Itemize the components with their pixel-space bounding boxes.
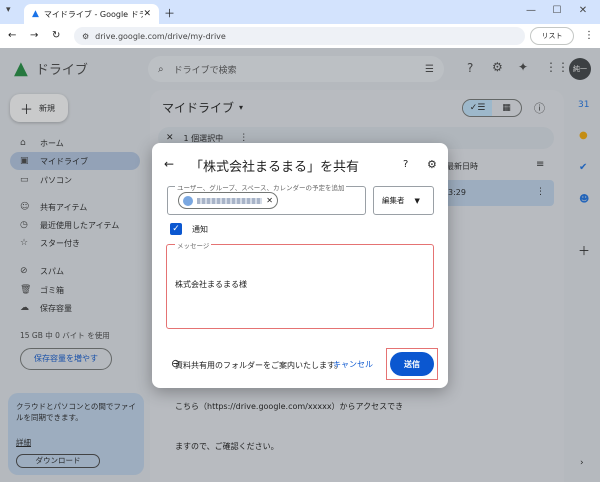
browser-tab-bar: ▾ ▲ マイドライブ - Google ドライブ ✕ ＋ — ☐ ✕ bbox=[0, 0, 600, 24]
role-select[interactable]: 編集者 ▼ bbox=[373, 186, 434, 215]
people-input-label: ユーザー、グループ、スペース、カレンダーの予定を追加 bbox=[175, 182, 347, 192]
back-icon[interactable]: ← bbox=[8, 30, 16, 41]
minimize-icon[interactable]: — bbox=[522, 5, 540, 16]
maximize-icon[interactable]: ☐ bbox=[548, 5, 566, 16]
people-input[interactable]: ユーザー、グループ、スペース、カレンダーの予定を追加 ✕ bbox=[167, 182, 366, 215]
tab-close-icon[interactable]: ✕ bbox=[143, 9, 151, 19]
message-field[interactable]: メッセージ 株式会社まるまる様 資料共有用のフォルダーをご案内いたします。 こち… bbox=[166, 240, 434, 451]
recipient-avatar-icon bbox=[183, 195, 193, 206]
recipient-redacted bbox=[197, 197, 263, 204]
notify-label: 通知 bbox=[192, 224, 208, 234]
browser-tab[interactable]: ▲ マイドライブ - Google ドライブ ✕ bbox=[24, 4, 159, 24]
notify-checkbox-row[interactable]: ✓ 通知 bbox=[170, 223, 208, 235]
url-text: drive.google.com/drive/my-drive bbox=[95, 31, 226, 41]
window-controls: — ☐ ✕ bbox=[522, 5, 592, 16]
help-icon[interactable]: ? bbox=[403, 159, 408, 170]
site-info-icon[interactable]: ⚙ bbox=[82, 32, 89, 41]
share-settings-icon[interactable]: ⚙ bbox=[427, 158, 437, 171]
message-label: メッセージ bbox=[175, 240, 212, 250]
window-close-icon[interactable]: ✕ bbox=[574, 5, 592, 16]
share-dialog: ← 「株式会社まるまる」を共有 ? ⚙ ユーザー、グループ、スペース、カレンダー… bbox=[152, 143, 448, 451]
reload-icon[interactable]: ↻ bbox=[52, 30, 60, 41]
lens-label: リスト bbox=[541, 32, 563, 40]
remove-recipient-icon[interactable]: ✕ bbox=[266, 196, 273, 205]
tab-search-icon[interactable]: ▾ bbox=[6, 5, 11, 15]
send-button-label: 送信 bbox=[404, 359, 420, 369]
role-dropdown-icon: ▼ bbox=[414, 196, 420, 205]
back-arrow-icon[interactable]: ← bbox=[164, 157, 174, 171]
message-line: 株式会社まるまる様 bbox=[175, 280, 247, 289]
new-tab-icon[interactable]: ＋ bbox=[164, 5, 175, 21]
browser-menu-icon[interactable]: ⋮ bbox=[584, 30, 594, 41]
forward-icon[interactable]: → bbox=[30, 30, 38, 41]
tab-title: マイドライブ - Google ドライブ bbox=[43, 9, 144, 19]
recipient-chip[interactable]: ✕ bbox=[178, 192, 278, 209]
message-line: ますので、ご確認ください。 bbox=[175, 442, 279, 451]
message-line bbox=[175, 319, 403, 333]
drive-favicon-icon: ▲ bbox=[32, 9, 39, 19]
notify-checkbox[interactable]: ✓ bbox=[170, 223, 182, 235]
copy-link-icon[interactable]: ⊖ bbox=[171, 357, 180, 370]
dialog-title: 「株式会社まるまる」を共有 bbox=[190, 160, 360, 175]
message-line: こちら（https://drive.google.com/xxxxx）からアクセ… bbox=[175, 401, 404, 411]
reading-list-button[interactable]: リスト bbox=[530, 27, 574, 45]
url-field[interactable]: ⚙ drive.google.com/drive/my-drive bbox=[74, 27, 525, 45]
send-button[interactable]: 送信 bbox=[390, 352, 434, 376]
role-label: 編集者 bbox=[382, 196, 405, 205]
cancel-button[interactable]: キャンセル bbox=[333, 359, 373, 370]
